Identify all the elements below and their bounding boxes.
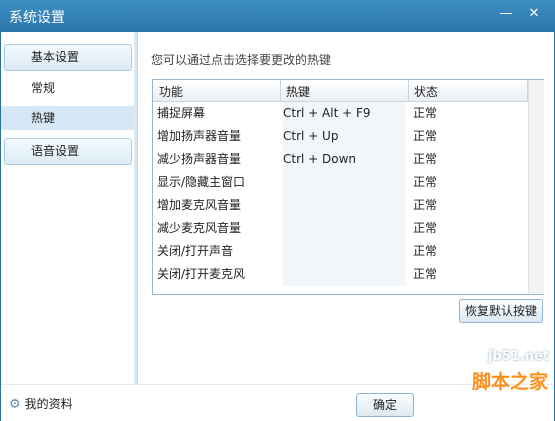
row-function: 关闭/打开声音: [157, 244, 234, 258]
watermark-domain: jb51.net: [488, 349, 550, 364]
table-row[interactable]: 减少麦克风音量 正常: [153, 217, 527, 240]
watermark-name: 脚本之家: [472, 371, 549, 393]
row-status: 正常: [413, 221, 438, 235]
table-row[interactable]: 减少扬声器音量 Ctrl + Down 正常: [153, 148, 527, 171]
row-hotkey[interactable]: [283, 171, 406, 194]
row-function: 捕捉屏幕: [157, 106, 206, 120]
column-divider: [408, 80, 409, 101]
header-function[interactable]: 功能: [159, 83, 183, 100]
restore-defaults-button[interactable]: 恢复默认按键: [459, 299, 543, 323]
row-status: 正常: [413, 267, 438, 281]
table-header: 功能 热键 状态: [153, 80, 543, 102]
sidebar-item-general[interactable]: 常规: [1, 76, 134, 100]
table-scrollbar[interactable]: [528, 80, 544, 294]
header-hotkey[interactable]: 热键: [286, 83, 310, 100]
table-row[interactable]: 显示/隐藏主窗口 正常: [153, 171, 527, 194]
table-row[interactable]: 关闭/打开麦克风 正常: [153, 263, 527, 286]
row-hotkey[interactable]: Ctrl + Alt + F9: [283, 102, 406, 125]
table-row[interactable]: 增加扬声器音量 Ctrl + Up 正常: [153, 125, 527, 148]
table-row[interactable]: 关闭/打开声音 正常: [153, 240, 527, 263]
gear-icon: ⚙: [9, 397, 21, 412]
row-function: 增加扬声器音量: [157, 129, 242, 143]
window-title: 系统设置: [9, 10, 65, 26]
row-status: 正常: [413, 129, 438, 143]
minimize-icon[interactable]: —: [495, 4, 517, 24]
row-function: 减少麦克风音量: [157, 221, 242, 235]
header-status[interactable]: 状态: [414, 83, 438, 100]
row-status: 正常: [413, 198, 438, 212]
sidebar: 基本设置 常规 热键 语音设置: [1, 32, 135, 384]
row-function: 关闭/打开麦克风: [157, 267, 246, 281]
ok-button[interactable]: 确定: [356, 393, 414, 417]
row-function: 减少扬声器音量: [157, 152, 242, 166]
hotkey-hint: 您可以通过点击选择要更改的热键: [151, 53, 332, 67]
row-function: 增加麦克风音量: [157, 198, 242, 212]
table-row[interactable]: 捕捉屏幕 Ctrl + Alt + F9 正常: [153, 102, 527, 125]
sidebar-group-voice[interactable]: 语音设置: [4, 138, 132, 165]
my-profile-link[interactable]: ⚙ 我的资料: [9, 395, 73, 412]
row-hotkey[interactable]: [283, 194, 406, 217]
hotkey-table: 功能 热键 状态 捕捉屏幕 Ctrl + Alt + F9 正常 增加扬声器音量…: [152, 79, 544, 295]
row-hotkey[interactable]: [283, 217, 406, 240]
row-status: 正常: [413, 244, 438, 258]
row-hotkey[interactable]: Ctrl + Down: [283, 148, 406, 171]
sidebar-divider[interactable]: [134, 32, 138, 384]
sidebar-item-hotkeys[interactable]: 热键: [1, 106, 134, 130]
row-status: 正常: [413, 106, 438, 120]
row-status: 正常: [413, 175, 438, 189]
title-bar: 系统设置 — ✕: [0, 0, 555, 32]
my-profile-label: 我的资料: [24, 397, 73, 411]
row-hotkey[interactable]: Ctrl + Up: [283, 125, 406, 148]
row-status: 正常: [413, 152, 438, 166]
column-divider: [280, 80, 281, 101]
row-hotkey[interactable]: [283, 263, 406, 286]
sidebar-group-basic[interactable]: 基本设置: [4, 44, 132, 71]
site-watermark: jb51.net 脚本之家: [458, 347, 555, 421]
table-row[interactable]: 增加麦克风音量 正常: [153, 194, 527, 217]
row-hotkey[interactable]: [283, 240, 406, 263]
row-function: 显示/隐藏主窗口: [157, 175, 246, 189]
close-icon[interactable]: ✕: [523, 4, 545, 24]
